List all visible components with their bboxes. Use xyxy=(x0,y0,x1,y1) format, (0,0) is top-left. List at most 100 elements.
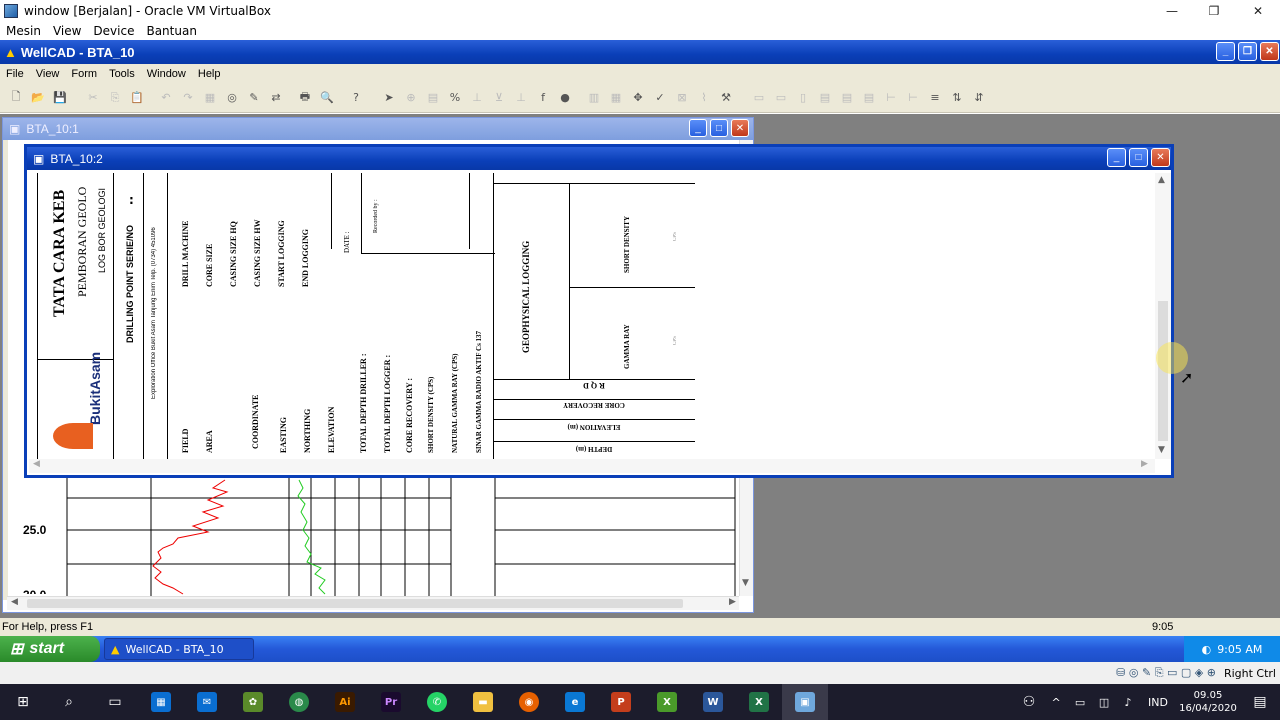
doc1-close-button[interactable]: ✕ xyxy=(731,119,749,137)
volume-icon[interactable]: ♪ xyxy=(1116,684,1140,720)
tool14-icon[interactable]: ⊠ xyxy=(674,90,690,106)
scroll-right-icon[interactable]: ▶ xyxy=(1141,459,1148,469)
illustrator-icon[interactable]: Ai xyxy=(322,684,368,720)
powerpoint-icon[interactable]: P xyxy=(598,684,644,720)
menu-bantuan[interactable]: Bantuan xyxy=(140,24,202,38)
notification-icon[interactable]: ▤ xyxy=(1240,684,1280,720)
cut-icon[interactable]: ✂ xyxy=(85,90,101,106)
doc2-maximize-button[interactable]: □ xyxy=(1129,148,1148,167)
file-explorer-icon[interactable]: ▬ xyxy=(460,684,506,720)
doc1-hscroll-thumb[interactable] xyxy=(27,599,683,608)
print-preview-icon[interactable]: 🔍 xyxy=(319,90,335,106)
save-icon[interactable]: 💾 xyxy=(52,90,68,106)
tool6-icon[interactable]: ⊻ xyxy=(491,90,507,106)
menu-view[interactable]: View xyxy=(47,24,87,38)
tool2-icon[interactable]: ⊕ xyxy=(403,90,419,106)
align7-icon[interactable]: ⊢ xyxy=(883,90,899,106)
scroll-down-icon[interactable]: ▼ xyxy=(1158,445,1165,455)
tool13-icon[interactable]: ✓ xyxy=(652,90,668,106)
excel-icon[interactable]: X xyxy=(736,684,782,720)
new-file-icon[interactable]: 🗋 xyxy=(8,90,24,106)
sort-down-icon[interactable]: ⇵ xyxy=(971,90,987,106)
app-icon[interactable]: ✿ xyxy=(230,684,276,720)
battery-icon[interactable]: ▭ xyxy=(1068,684,1092,720)
tray-icon[interactable]: ◐ xyxy=(1202,643,1212,656)
search-icon[interactable]: ⌕ xyxy=(46,684,92,720)
tool10-icon[interactable]: ▥ xyxy=(586,90,602,106)
doc1-maximize-button[interactable]: □ xyxy=(710,119,728,137)
scroll-down-icon[interactable]: ▼ xyxy=(742,578,749,588)
tool9-icon[interactable]: ● xyxy=(557,90,573,106)
align5-icon[interactable]: ▤ xyxy=(839,90,855,106)
vbox-status-icons[interactable]: ⛁ ◎ ✎ ⎘ ▭ ▢ ◈ ⊕ xyxy=(1116,666,1216,680)
premiere-icon[interactable]: Pr xyxy=(368,684,414,720)
menu-file[interactable]: File xyxy=(0,68,30,80)
app-minimize-button[interactable]: _ xyxy=(1216,42,1235,61)
edge-icon[interactable]: e xyxy=(552,684,598,720)
undo-icon[interactable]: ↶ xyxy=(158,90,174,106)
scroll-up-icon[interactable]: ▲ xyxy=(1158,175,1165,185)
close-button[interactable]: ✕ xyxy=(1236,0,1280,22)
doc1-minimize-button[interactable]: _ xyxy=(689,119,707,137)
whatsapp-icon[interactable]: ✆ xyxy=(414,684,460,720)
globe-app-icon[interactable]: ◍ xyxy=(276,684,322,720)
doc2-minimize-button[interactable]: _ xyxy=(1107,148,1126,167)
mail-icon[interactable]: ✉ xyxy=(184,684,230,720)
menu-window[interactable]: Window xyxy=(141,68,192,80)
menu-view[interactable]: View xyxy=(30,68,66,80)
align4-icon[interactable]: ▤ xyxy=(817,90,833,106)
pointer-icon[interactable]: ➤ xyxy=(381,90,397,106)
tool3-icon[interactable]: ▤ xyxy=(425,90,441,106)
doc2-vscrollbar[interactable]: ▲ ▼ xyxy=(1155,173,1171,459)
align3-icon[interactable]: ▯ xyxy=(795,90,811,106)
tool11-icon[interactable]: ▦ xyxy=(608,90,624,106)
align6-icon[interactable]: ▤ xyxy=(861,90,877,106)
globe-icon[interactable]: ◎ xyxy=(224,90,240,106)
sort-up-icon[interactable]: ⇅ xyxy=(949,90,965,106)
people-icon[interactable]: ⚇ xyxy=(1014,684,1044,720)
doc2-close-button[interactable]: ✕ xyxy=(1151,148,1170,167)
menu-help[interactable]: Help xyxy=(192,68,227,80)
redo-icon[interactable]: ↷ xyxy=(180,90,196,106)
tool-icon[interactable]: ▦ xyxy=(202,90,218,106)
arrows-icon[interactable]: ⇄ xyxy=(268,90,284,106)
print-icon[interactable]: 🖶 xyxy=(297,90,313,106)
word-icon[interactable]: W xyxy=(690,684,736,720)
tool16-icon[interactable]: ⚒ xyxy=(718,90,734,106)
windows-clock[interactable]: 09.05 16/04/2020 xyxy=(1176,689,1240,715)
network-icon[interactable]: ◫ xyxy=(1092,684,1116,720)
open-folder-icon[interactable]: 📂 xyxy=(30,90,46,106)
marker-icon[interactable]: ✎ xyxy=(246,90,262,106)
tool7-icon[interactable]: ⊥ xyxy=(513,90,529,106)
minimize-button[interactable]: — xyxy=(1150,0,1194,22)
windows-start-icon[interactable]: ⊞ xyxy=(0,684,46,720)
menu-device[interactable]: Device xyxy=(87,24,140,38)
tool4-icon[interactable]: % xyxy=(447,90,463,106)
align2-icon[interactable]: ▭ xyxy=(773,90,789,106)
align1-icon[interactable]: ▭ xyxy=(751,90,767,106)
doc2-hscrollbar[interactable]: ◀ ▶ xyxy=(29,459,1155,473)
scroll-right-icon[interactable]: ▶ xyxy=(729,597,736,607)
scroll-left-icon[interactable]: ◀ xyxy=(11,597,18,607)
excel-green-icon[interactable]: X xyxy=(644,684,690,720)
tool5-icon[interactable]: ⊥ xyxy=(469,90,485,106)
align9-icon[interactable]: ≡ xyxy=(927,90,943,106)
app-close-button[interactable]: ✕ xyxy=(1260,42,1279,61)
virtualbox-task-icon[interactable]: ▣ xyxy=(782,684,828,720)
help-icon[interactable]: ? xyxy=(348,90,364,106)
tool8-icon[interactable]: f xyxy=(535,90,551,106)
store-icon[interactable]: ▦ xyxy=(138,684,184,720)
firefox-icon[interactable]: ◉ xyxy=(506,684,552,720)
paste-icon[interactable]: 📋 xyxy=(129,90,145,106)
copy-icon[interactable]: ⎘ xyxy=(107,90,123,106)
menu-form[interactable]: Form xyxy=(65,68,103,80)
tool12-icon[interactable]: ✥ xyxy=(630,90,646,106)
app-restore-button[interactable]: ❐ xyxy=(1238,42,1257,61)
doc1-hscrollbar[interactable]: ◀ ▶ xyxy=(7,596,739,610)
scroll-left-icon[interactable]: ◀ xyxy=(33,459,40,469)
menu-mesin[interactable]: Mesin xyxy=(0,24,47,38)
taskbar-item-wellcad[interactable]: ▲ WellCAD - BTA_10 xyxy=(104,638,254,660)
menu-tools[interactable]: Tools xyxy=(103,68,141,80)
doc-window-2[interactable]: ▣ BTA_10:2 _ □ ✕ TATA CARA KEB PEMBORAN … xyxy=(24,144,1174,478)
start-button[interactable]: ⊞ start xyxy=(0,636,100,662)
